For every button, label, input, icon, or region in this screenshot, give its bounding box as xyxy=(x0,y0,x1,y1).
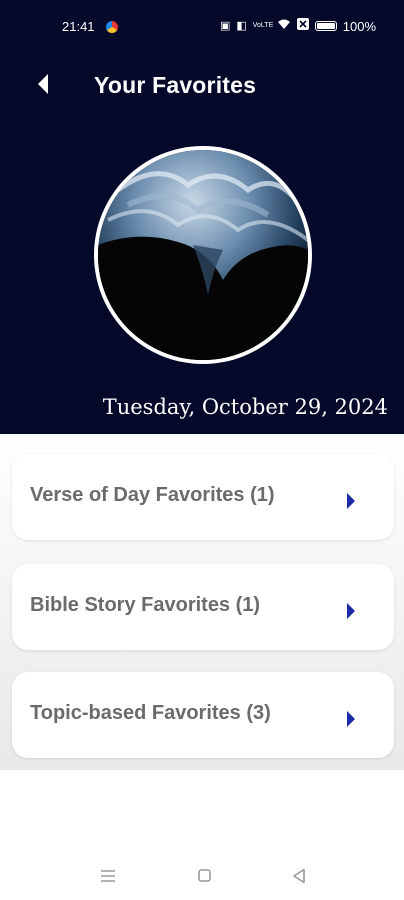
category-label: Bible Story Favorites (1) xyxy=(30,594,261,616)
status-icons: ▣ ◧ VoLTE 100% xyxy=(220,18,376,34)
home-icon[interactable] xyxy=(198,869,211,882)
header-image xyxy=(98,150,308,360)
chevron-right-icon xyxy=(347,603,355,619)
menu-icon[interactable] xyxy=(100,869,116,883)
favorites-category-bible-story[interactable]: Bible Story Favorites (1) xyxy=(12,564,394,650)
current-date: Tuesday, October 29, 2024 xyxy=(102,395,388,419)
vibrate-icon: ◧ xyxy=(236,20,247,32)
back-arrow-icon xyxy=(38,74,48,94)
page-title: Your Favorites xyxy=(94,72,257,98)
chevron-right-icon xyxy=(347,493,355,509)
nfc-icon: ▣ xyxy=(219,20,231,32)
battery-percent: 100% xyxy=(342,18,376,34)
status-time: 21:41 xyxy=(62,19,95,34)
header: 21:41 ▣ ◧ VoLTE 100% Your Favorites Tues… xyxy=(0,0,404,434)
favorites-category-topic-based[interactable]: Topic-based Favorites (3) xyxy=(12,672,394,758)
status-bar: 21:41 ▣ ◧ VoLTE 100% xyxy=(0,0,404,56)
system-nav-bar xyxy=(0,850,404,900)
back-button[interactable] xyxy=(30,68,60,100)
battery-icon xyxy=(314,21,337,31)
category-label: Verse of Day Favorites (1) xyxy=(30,484,275,506)
favorites-list: Verse of Day Favorites (1) Bible Story F… xyxy=(0,434,404,770)
header-image-frame xyxy=(94,146,312,364)
wifi-icon xyxy=(277,18,291,34)
chevron-right-icon xyxy=(347,711,355,727)
close-box-icon xyxy=(296,18,309,34)
back-icon[interactable] xyxy=(292,868,306,884)
category-label: Topic-based Favorites (3) xyxy=(30,702,271,724)
volte-icon: VoLTE xyxy=(252,22,274,29)
favorites-category-verse-of-day[interactable]: Verse of Day Favorites (1) xyxy=(12,454,394,540)
app-notification-icon xyxy=(106,21,118,33)
